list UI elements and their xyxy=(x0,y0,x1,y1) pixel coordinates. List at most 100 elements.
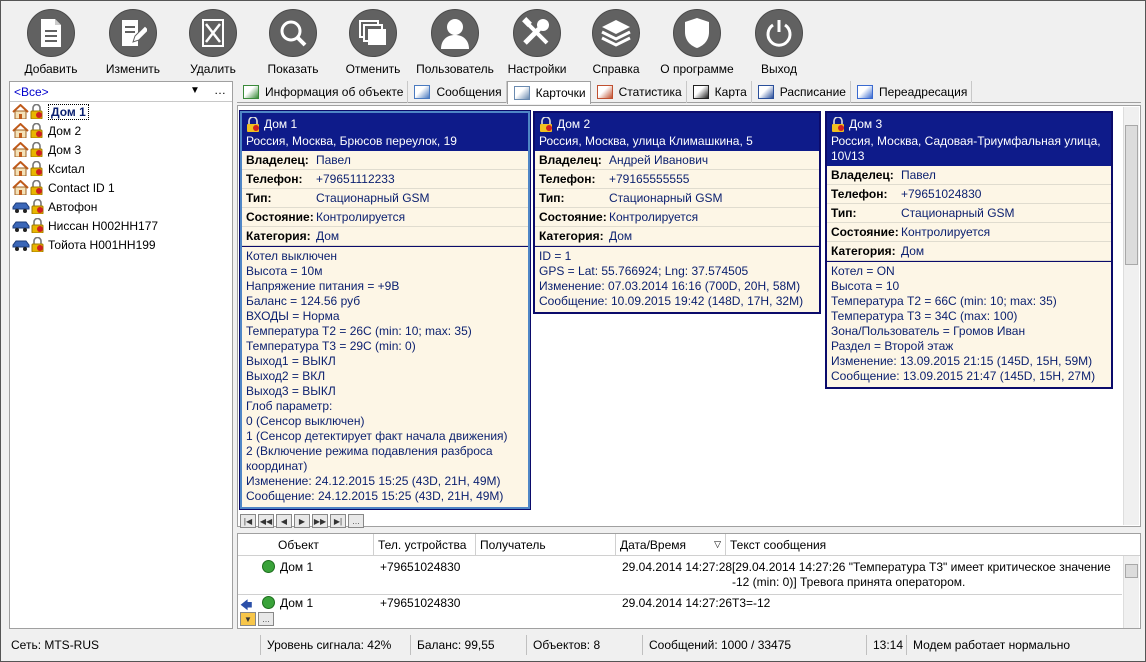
card-title: Дом 2 xyxy=(539,115,815,134)
object-card[interactable]: Дом 1 Россия, Москва, Брюсов переулок, 19… xyxy=(239,110,531,510)
tree-item-label: Дом 2 xyxy=(48,123,82,138)
messages-toolbar: ▼ … xyxy=(240,612,274,626)
tree-item[interactable]: Дом 1 xyxy=(10,102,232,121)
lock-alarm-icon xyxy=(30,180,43,195)
field-label: Категория: xyxy=(539,229,604,243)
tree-filter-value[interactable]: <Все> xyxy=(14,85,49,99)
tab-4[interactable]: Статистика xyxy=(591,81,687,103)
last-page-button[interactable]: ▶| xyxy=(330,514,346,528)
tab-3[interactable]: Карточки xyxy=(506,81,591,104)
toolbar-power-button[interactable]: Выход xyxy=(739,7,819,77)
tree-item[interactable]: Ксиtал xyxy=(10,159,232,178)
chart-icon xyxy=(596,85,613,99)
status-modem: Модем работает нормально xyxy=(913,638,1071,652)
card-header: Дом 1 Россия, Москва, Брюсов переулок, 19 xyxy=(242,113,528,151)
tree-item-label: Ксиtал xyxy=(48,161,85,176)
chevron-down-icon[interactable]: ▼ xyxy=(190,85,200,96)
tree-item-icons xyxy=(12,142,48,158)
field-value: Дом xyxy=(609,229,633,243)
table-row[interactable]: Дом 1 +79651024830 29.04.2014 14:27:28 [… xyxy=(238,560,1120,594)
status-messages: Сообщений: 1000 / 33475 xyxy=(643,635,867,655)
prev-page-fast-button[interactable]: ◀◀ xyxy=(258,514,274,528)
more-button[interactable]: … xyxy=(258,612,274,626)
field-label: Состояние: xyxy=(831,225,899,239)
next-page-fast-button[interactable]: ▶▶ xyxy=(312,514,328,528)
object-tree: <Все> ▼ … Дом 1 Дом 2 Дом 3 Ксиtал Contact I… xyxy=(9,81,233,629)
tree-item-label: Дом 1 xyxy=(48,103,89,120)
tab-7[interactable]: Переадресация xyxy=(851,81,973,103)
card-address: Россия, Москва, улица Климашкина, 5 xyxy=(539,134,753,148)
prev-page-button[interactable]: ◀ xyxy=(276,514,292,528)
tree-item-label: Автофон xyxy=(48,199,98,214)
column-header-object[interactable]: Объект xyxy=(274,533,374,556)
tree-item[interactable]: Тойота Н001НН199 xyxy=(10,235,232,254)
card-title: Дом 3 xyxy=(831,115,1107,134)
field-value: Стационарный GSM xyxy=(901,206,1015,220)
cards-scrollbar[interactable] xyxy=(1123,107,1139,525)
card-param-line: 1 (Сенсор детектирует факт начала движен… xyxy=(246,429,508,443)
object-card[interactable]: Дом 2 Россия, Москва, улица Климашкина, 5… xyxy=(533,111,821,314)
lock-alarm-icon xyxy=(31,237,44,252)
tree-item-label: Тойота Н001НН199 xyxy=(48,237,156,252)
tree-item-icons xyxy=(12,123,48,139)
toolbar-add-document-button[interactable]: Добавить xyxy=(9,7,93,77)
object-card[interactable]: Дом 3 Россия, Москва, Садовая-Триумфальна… xyxy=(825,111,1113,389)
card-address: Россия, Москва, Брюсов переулок, 19 xyxy=(246,134,457,148)
next-page-button[interactable]: ▶ xyxy=(294,514,310,528)
tab-2[interactable]: Сообщения xyxy=(408,81,507,103)
scrollbar-thumb[interactable] xyxy=(1125,125,1138,265)
card-param-line: Напряжение питания = +9В xyxy=(246,279,400,293)
filter-icon[interactable]: ▼ xyxy=(240,612,256,626)
card-field-category: Категория: Дом xyxy=(242,227,528,246)
toolbar-search-button[interactable]: Показать xyxy=(253,7,333,77)
tree-item[interactable]: Автофон xyxy=(10,197,232,216)
cell-object: Дом 1 xyxy=(280,560,314,574)
scrollbar-thumb[interactable] xyxy=(1125,564,1138,578)
toolbar-user-button[interactable]: Пользователь xyxy=(413,7,497,77)
arrow-left-icon: 🡄 xyxy=(240,598,253,612)
column-header-phone[interactable]: Тел. устройства xyxy=(374,533,476,556)
status-bar: Сеть: MTS-RUS Уровень сигнала: 42% Балан… xyxy=(5,633,1143,657)
field-value: +79651112233 xyxy=(316,172,395,186)
column-header-datetime[interactable]: Дата/Время ▽ xyxy=(616,533,726,556)
toolbar-settings-button[interactable]: Настройки xyxy=(497,7,577,77)
tree-item[interactable]: Дом 3 xyxy=(10,140,232,159)
tree-item[interactable]: Ниссан Н002НН177 xyxy=(10,216,232,235)
field-label: Категория: xyxy=(246,229,311,243)
tree-filter[interactable]: <Все> ▼ … xyxy=(10,82,232,102)
card-name: Дом 3 xyxy=(849,117,883,131)
tab-1[interactable]: Информация об объекте xyxy=(237,81,409,103)
column-header-text[interactable]: Текст сообщения xyxy=(726,534,1121,556)
tree-item[interactable]: Дом 2 xyxy=(10,121,232,140)
toolbar-help-layers-button[interactable]: Справка xyxy=(577,7,655,77)
more-button[interactable]: … xyxy=(214,83,226,97)
tab-5[interactable]: Карта xyxy=(687,81,752,103)
cell-recipient xyxy=(478,560,618,594)
lock-alarm-icon xyxy=(539,117,553,132)
toolbar-delete-button[interactable]: Удалить xyxy=(173,7,253,77)
card-header: Дом 3 Россия, Москва, Садовая-Триумфальна… xyxy=(827,113,1111,166)
cell-text: Т3=-12 xyxy=(732,596,771,610)
messages-scrollbar[interactable] xyxy=(1123,556,1139,628)
card-param-line: Температура Т2 = 66С (min: 10; max: 35) xyxy=(831,294,1057,308)
lock-alarm-icon xyxy=(30,104,43,119)
tree-item[interactable]: Contact ID 1 xyxy=(10,178,232,197)
calendar-icon xyxy=(757,85,774,99)
field-label: Владелец: xyxy=(246,153,309,167)
card-param-line: ID = 1 xyxy=(539,249,572,263)
column-header-recipient[interactable]: Получатель xyxy=(476,533,616,556)
toolbar-button-label: Отменить xyxy=(345,62,401,76)
toolbar-cancel-button[interactable]: Отменить xyxy=(333,7,413,77)
tab-6[interactable]: Расписание xyxy=(752,81,851,103)
card-field-owner: Владелец: Павел xyxy=(827,166,1111,185)
tab-label: Карта xyxy=(714,85,747,99)
status-time: 13:14 xyxy=(867,635,907,655)
toolbar-shield-button[interactable]: О программе xyxy=(655,7,739,77)
status-network: Сеть: MTS-RUS xyxy=(5,635,261,655)
first-page-button[interactable]: |◀ xyxy=(240,514,256,528)
tree-item-icons xyxy=(12,104,48,120)
toolbar-edit-document-button[interactable]: Изменить xyxy=(93,7,173,77)
table-row[interactable]: 🡄 Дом 1 +79651024830 29.04.2014 14:27:26… xyxy=(238,594,1122,612)
tab-label: Информация об объекте xyxy=(265,85,404,99)
more-button[interactable]: … xyxy=(348,514,364,528)
